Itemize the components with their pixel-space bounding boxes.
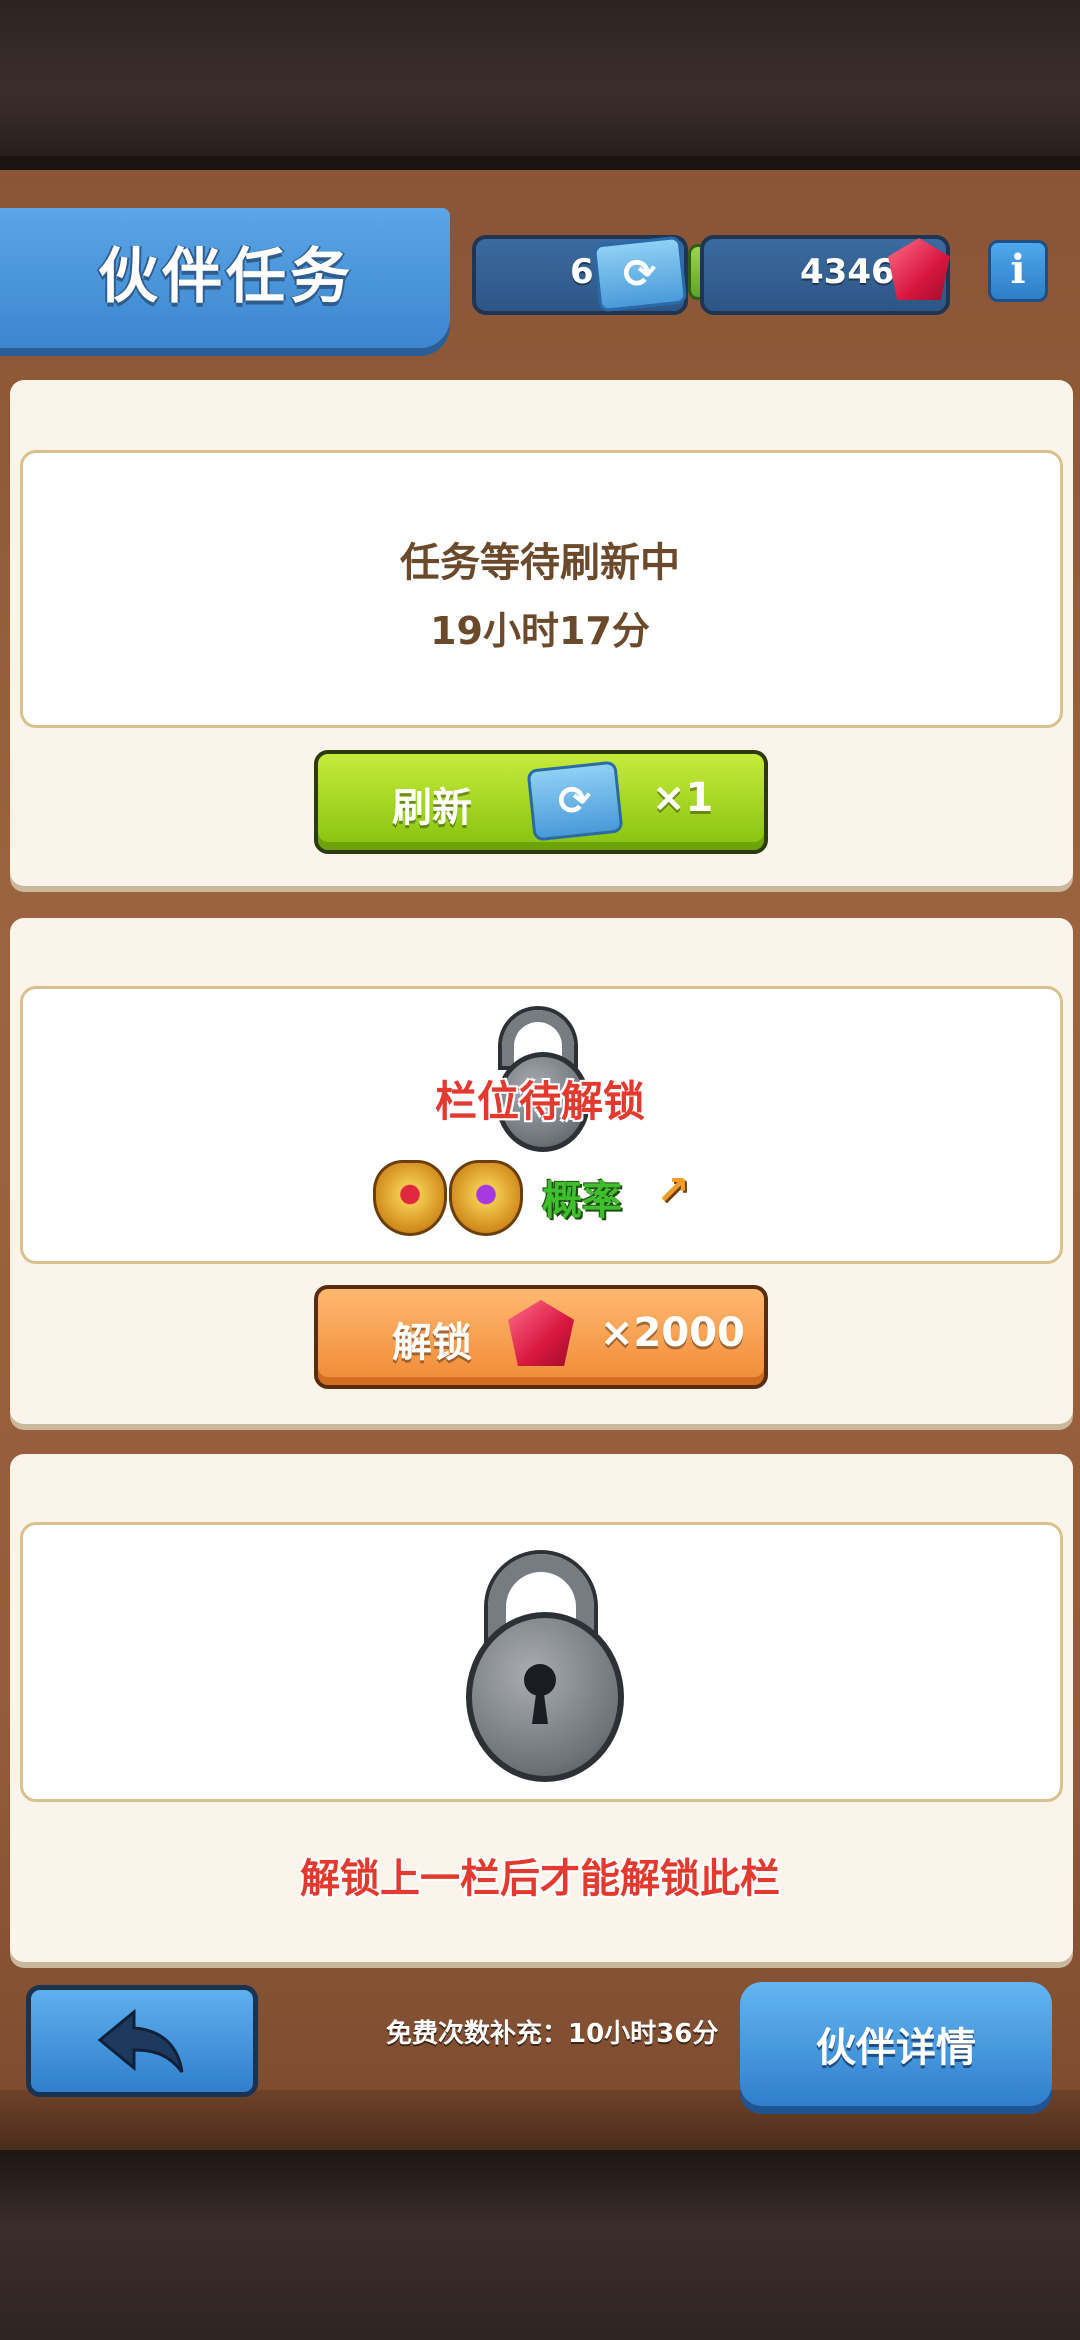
ticket-count: 6 <box>570 252 594 292</box>
up-arrow-icon: ↗ <box>656 1168 690 1214</box>
back-arrow-icon <box>97 2008 184 2073</box>
partner-details-button[interactable]: 伙伴详情 <box>740 1982 1052 2106</box>
gold-medal-icon <box>373 1160 447 1236</box>
task-slot-1-content <box>20 450 1063 728</box>
refresh-ticket-icon: ⟳ <box>592 235 688 313</box>
back-button[interactable] <box>26 1985 258 2097</box>
gem-count: 4346 <box>800 252 895 292</box>
info-button[interactable]: i <box>988 240 1048 302</box>
refresh-ticket-icon: ⟳ <box>526 760 624 842</box>
refresh-button-label: 刷新 <box>392 785 472 831</box>
task-status-text: 任务等待刷新中 <box>400 540 680 586</box>
page-title: 伙伴任务 <box>98 242 354 312</box>
refresh-cost: ×1 <box>652 775 714 821</box>
unlock-hint-text: 解锁上一栏后才能解锁此栏 <box>300 1856 780 1902</box>
bottom-background <box>0 2150 1080 2340</box>
purple-medal-icon <box>449 1160 523 1236</box>
free-refill-timer: 免费次数补充：10小时36分 <box>386 2019 719 2049</box>
unlock-button-label: 解锁 <box>392 1320 472 1366</box>
unlock-cost: ×2000 <box>600 1310 745 1356</box>
refresh-countdown: 19小时17分 <box>430 609 650 653</box>
large-lock-icon <box>466 1612 624 1782</box>
slot-locked-text: 栏位待解锁 <box>434 1077 645 1126</box>
probability-label: 概率 <box>542 1178 622 1224</box>
top-background <box>0 0 1080 170</box>
